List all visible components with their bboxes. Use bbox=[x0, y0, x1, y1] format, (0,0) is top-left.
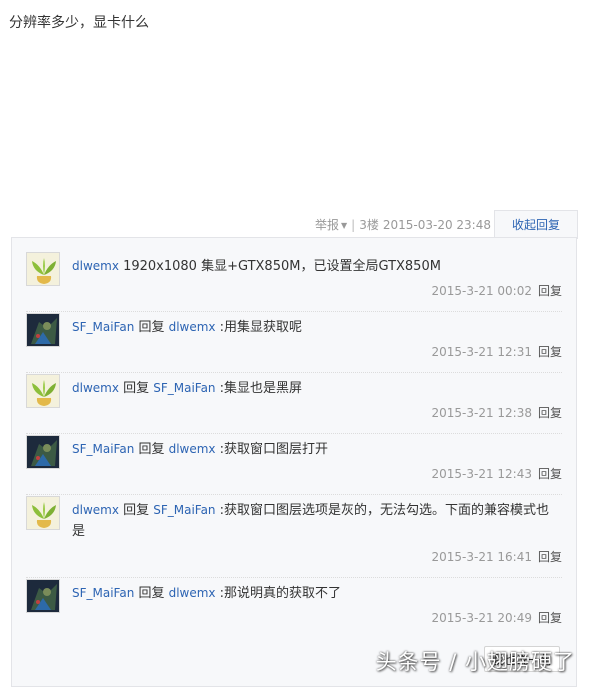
reply-username[interactable]: SF_MaiFan bbox=[72, 442, 134, 456]
reply-list: dlwemx 1920x1080 集显+GTX850M，已设置全局GTX850M… bbox=[11, 237, 577, 687]
reply-text: SF_MaiFan 回复 dlwemx :用集显获取呢 bbox=[72, 317, 552, 338]
reply-item: SF_MaiFan 回复 dlwemx :用集显获取呢 2015-3-21 12… bbox=[26, 313, 562, 373]
say-something-button[interactable]: 我也说一句 bbox=[484, 646, 560, 672]
reply-divider bbox=[26, 311, 562, 312]
avatar[interactable] bbox=[26, 435, 60, 469]
meta-separator: | bbox=[351, 218, 356, 232]
reply-button[interactable]: 回复 bbox=[538, 467, 562, 481]
reply-word: 回复 bbox=[118, 503, 154, 518]
reply-username[interactable]: dlwemx bbox=[72, 503, 119, 517]
reply-meta: 2015-3-21 12:38 回复 bbox=[431, 404, 562, 421]
avatar[interactable] bbox=[26, 496, 60, 530]
reply-word: 回复 bbox=[134, 586, 169, 601]
reply-message: :那说明真的获取不了 bbox=[215, 586, 342, 601]
dark-figure-avatar-icon bbox=[27, 436, 59, 468]
post-content: 分辨率多少，显卡什么 bbox=[9, 15, 149, 31]
reply-item: dlwemx 1920x1080 集显+GTX850M，已设置全局GTX850M… bbox=[26, 252, 562, 312]
reply-meta: 2015-3-21 16:41 回复 bbox=[431, 548, 562, 565]
plant-avatar-icon bbox=[27, 253, 59, 285]
reply-divider bbox=[26, 494, 562, 495]
avatar[interactable] bbox=[26, 313, 60, 347]
reply-item: SF_MaiFan 回复 dlwemx :获取窗口图层打开 2015-3-21 … bbox=[26, 435, 562, 495]
reply-time: 2015-3-21 12:43 bbox=[431, 467, 532, 481]
reply-target[interactable]: dlwemx bbox=[169, 586, 216, 600]
reply-button[interactable]: 回复 bbox=[538, 284, 562, 298]
reply-item: dlwemx 回复 SF_MaiFan :集显也是黑屏 2015-3-21 12… bbox=[26, 374, 562, 434]
reply-meta: 2015-3-21 12:31 回复 bbox=[431, 343, 562, 360]
reply-word: 回复 bbox=[118, 381, 154, 396]
floor-number: 3楼 bbox=[359, 218, 379, 232]
reply-target[interactable]: SF_MaiFan bbox=[153, 381, 215, 395]
reply-username[interactable]: SF_MaiFan bbox=[72, 586, 134, 600]
reply-divider bbox=[26, 577, 562, 578]
avatar[interactable] bbox=[26, 374, 60, 408]
reply-target[interactable]: SF_MaiFan bbox=[153, 503, 215, 517]
reply-time: 2015-3-21 12:38 bbox=[431, 406, 532, 420]
reply-button[interactable]: 回复 bbox=[538, 611, 562, 625]
reply-message: :用集显获取呢 bbox=[215, 320, 303, 335]
reply-time: 2015-3-21 20:49 bbox=[431, 611, 532, 625]
post-meta-info: 举报 ▼ | 3楼 2015-03-20 23:48 bbox=[315, 216, 491, 233]
collapse-replies-button[interactable]: 收起回复 bbox=[494, 210, 578, 239]
reply-time: 2015-3-21 12:31 bbox=[431, 345, 532, 359]
reply-text: dlwemx 1920x1080 集显+GTX850M，已设置全局GTX850M bbox=[72, 256, 552, 277]
reply-divider bbox=[26, 372, 562, 373]
reply-target[interactable]: dlwemx bbox=[169, 320, 216, 334]
reply-button[interactable]: 回复 bbox=[538, 345, 562, 359]
reply-username[interactable]: dlwemx bbox=[72, 259, 119, 273]
reply-button[interactable]: 回复 bbox=[538, 550, 562, 564]
reply-word: 回复 bbox=[134, 442, 169, 457]
reply-time: 2015-3-21 00:02 bbox=[431, 284, 532, 298]
reply-message: 1920x1080 集显+GTX850M，已设置全局GTX850M bbox=[118, 259, 441, 274]
reply-username[interactable]: dlwemx bbox=[72, 381, 119, 395]
reply-time: 2015-3-21 16:41 bbox=[431, 550, 532, 564]
caret-down-icon: ▼ bbox=[341, 221, 348, 230]
post-meta: 举报 ▼ | 3楼 2015-03-20 23:48 收起回复 bbox=[0, 210, 591, 239]
reply-word: 回复 bbox=[134, 320, 169, 335]
plant-avatar-icon bbox=[27, 375, 59, 407]
reply-button[interactable]: 回复 bbox=[538, 406, 562, 420]
reply-meta: 2015-3-21 20:49 回复 bbox=[431, 609, 562, 626]
avatar[interactable] bbox=[26, 252, 60, 286]
dark-figure-avatar-icon bbox=[27, 580, 59, 612]
reply-meta: 2015-3-21 00:02 回复 bbox=[431, 282, 562, 299]
reply-divider bbox=[26, 433, 562, 434]
reply-text: SF_MaiFan 回复 dlwemx :获取窗口图层打开 bbox=[72, 439, 552, 460]
reply-target[interactable]: dlwemx bbox=[169, 442, 216, 456]
reply-item: SF_MaiFan 回复 dlwemx :那说明真的获取不了 2015-3-21… bbox=[26, 579, 562, 631]
reply-username[interactable]: SF_MaiFan bbox=[72, 320, 134, 334]
reply-item: dlwemx 回复 SF_MaiFan :获取窗口图层选项是灰的，无法勾选。下面… bbox=[26, 496, 562, 578]
reply-message: :获取窗口图层打开 bbox=[215, 442, 329, 457]
dark-figure-avatar-icon bbox=[27, 314, 59, 346]
report-link[interactable]: 举报 ▼ bbox=[315, 218, 347, 232]
reply-message: :集显也是黑屏 bbox=[215, 381, 303, 396]
avatar[interactable] bbox=[26, 579, 60, 613]
post-date: 2015-03-20 23:48 bbox=[382, 218, 491, 232]
plant-avatar-icon bbox=[27, 497, 59, 529]
reply-text: SF_MaiFan 回复 dlwemx :那说明真的获取不了 bbox=[72, 583, 552, 604]
reply-meta: 2015-3-21 12:43 回复 bbox=[431, 465, 562, 482]
reply-text: dlwemx 回复 SF_MaiFan :集显也是黑屏 bbox=[72, 378, 552, 399]
reply-text: dlwemx 回复 SF_MaiFan :获取窗口图层选项是灰的，无法勾选。下面… bbox=[72, 500, 552, 542]
